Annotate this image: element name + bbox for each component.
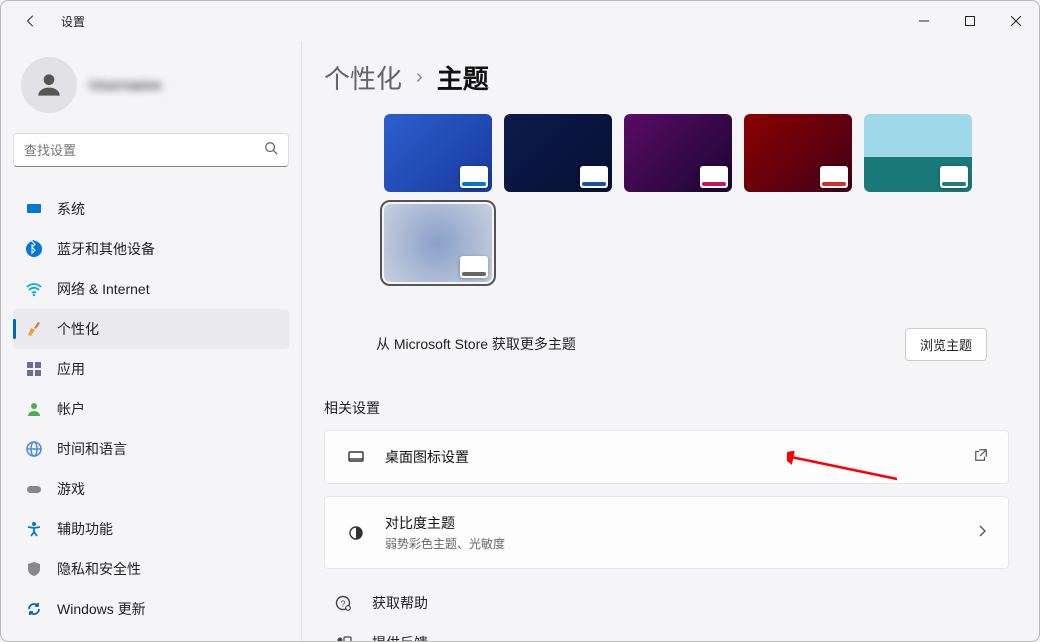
related-settings-label: 相关设置 xyxy=(324,398,1009,418)
search-box[interactable] xyxy=(13,133,289,167)
minimize-button[interactable] xyxy=(901,1,947,41)
sidebar-item-label: 游戏 xyxy=(57,479,85,499)
setting-card-desktop-icons[interactable]: 桌面图标设置 xyxy=(324,430,1009,484)
footer-links: ? 获取帮助提供反馈 xyxy=(324,589,1009,641)
setting-card-contrast[interactable]: 对比度主题 弱势彩色主题、光敏度 xyxy=(324,496,1009,569)
profile-name: Username xyxy=(89,77,162,94)
theme-accent-chip xyxy=(700,166,728,188)
globe-icon xyxy=(25,440,43,458)
theme-accent-chip xyxy=(940,166,968,188)
footer-link-label: 获取帮助 xyxy=(372,593,428,613)
window-title: 设置 xyxy=(61,13,85,30)
sidebar-item-accessibility[interactable]: 辅助功能 xyxy=(13,509,289,549)
theme-thumbnail[interactable] xyxy=(504,114,612,192)
accessibility-icon xyxy=(25,520,43,538)
display-icon xyxy=(25,200,43,218)
chevron-right-icon: › xyxy=(416,66,423,89)
card-title: 对比度主题 xyxy=(385,513,505,533)
avatar xyxy=(21,57,77,113)
theme-accent-chip xyxy=(460,166,488,188)
footer-link-feedback[interactable]: 提供反馈 xyxy=(324,629,1009,641)
breadcrumb: 个性化 › 主题 xyxy=(324,59,1009,96)
sidebar-item-label: 网络 & Internet xyxy=(57,279,150,299)
sidebar-item-system[interactable]: 系统 xyxy=(13,189,289,229)
search-input[interactable] xyxy=(24,143,264,158)
sidebar-item-bluetooth[interactable]: 蓝牙和其他设备 xyxy=(13,229,289,269)
sidebar-item-label: 辅助功能 xyxy=(57,519,113,539)
sidebar-item-label: 应用 xyxy=(57,359,85,379)
footer-link-label: 提供反馈 xyxy=(372,633,428,641)
close-button[interactable] xyxy=(993,1,1039,41)
refresh-icon xyxy=(25,600,43,618)
grid-icon xyxy=(25,360,43,378)
person-icon xyxy=(25,400,43,418)
sidebar-item-label: 个性化 xyxy=(57,319,99,339)
store-label: 从 Microsoft Store 获取更多主题 xyxy=(376,334,576,354)
profile[interactable]: Username xyxy=(13,49,289,121)
chevron-right-icon xyxy=(976,524,988,542)
sidebar-item-network[interactable]: 网络 & Internet xyxy=(13,269,289,309)
sidebar-item-gaming[interactable]: 游戏 xyxy=(13,469,289,509)
settings-window: 设置 Username 系统 xyxy=(0,0,1040,642)
monitor-icon xyxy=(345,448,367,466)
maximize-button[interactable] xyxy=(947,1,993,41)
search-icon xyxy=(264,141,278,160)
back-button[interactable] xyxy=(13,3,49,39)
store-row: 从 Microsoft Store 获取更多主题 浏览主题 xyxy=(324,312,1009,376)
card-subtitle: 弱势彩色主题、光敏度 xyxy=(385,535,505,552)
svg-text:?: ? xyxy=(340,599,345,609)
wifi-icon xyxy=(25,280,43,298)
sidebar-item-label: Windows 更新 xyxy=(57,599,146,619)
footer-link-help[interactable]: ? 获取帮助 xyxy=(324,589,1009,617)
breadcrumb-current: 主题 xyxy=(437,59,489,96)
sidebar-item-personalize[interactable]: 个性化 xyxy=(13,309,289,349)
theme-accent-chip xyxy=(580,166,608,188)
sidebar-item-label: 系统 xyxy=(57,199,85,219)
theme-thumbnail[interactable] xyxy=(744,114,852,192)
window-controls xyxy=(901,1,1039,41)
theme-thumbnail[interactable] xyxy=(384,204,492,282)
theme-thumbnail[interactable] xyxy=(864,114,972,192)
contrast-icon xyxy=(345,524,367,542)
help-icon: ? xyxy=(332,594,354,612)
shield-icon xyxy=(25,560,43,578)
theme-accent-chip xyxy=(820,166,848,188)
sidebar-item-update[interactable]: Windows 更新 xyxy=(13,589,289,629)
sidebar-item-apps[interactable]: 应用 xyxy=(13,349,289,389)
breadcrumb-parent[interactable]: 个性化 xyxy=(324,59,402,96)
card-title: 桌面图标设置 xyxy=(385,447,469,467)
sidebar-item-time[interactable]: 时间和语言 xyxy=(13,429,289,469)
nav-list: 系统 蓝牙和其他设备网络 & Internet 个性化应用帐户时间和语言游戏辅助功… xyxy=(13,189,289,641)
theme-thumbnail[interactable] xyxy=(384,114,492,192)
titlebar: 设置 xyxy=(1,1,1039,41)
sidebar-item-label: 时间和语言 xyxy=(57,439,127,459)
sidebar-item-accounts[interactable]: 帐户 xyxy=(13,389,289,429)
bluetooth-icon xyxy=(25,240,43,258)
brush-icon xyxy=(25,320,43,338)
theme-accent-chip xyxy=(460,256,488,278)
sidebar-item-privacy[interactable]: 隐私和安全性 xyxy=(13,549,289,589)
theme-thumbnail[interactable] xyxy=(624,114,732,192)
sidebar-item-label: 蓝牙和其他设备 xyxy=(57,239,155,259)
sidebar: Username 系统 蓝牙和其他设备网络 & Internet 个性化应用帐户时… xyxy=(1,41,301,641)
sidebar-item-label: 隐私和安全性 xyxy=(57,559,141,579)
sidebar-item-label: 帐户 xyxy=(57,399,85,419)
browse-themes-button[interactable]: 浏览主题 xyxy=(905,328,987,361)
themes-grid xyxy=(384,114,1009,282)
related-list: 桌面图标设置 对比度主题 弱势彩色主题、光敏度 xyxy=(324,430,1009,569)
feedback-icon xyxy=(332,634,354,641)
gamepad-icon xyxy=(25,480,43,498)
main-content: 个性化 › 主题 从 Microsoft Store 获取更多主题 浏览主题 相… xyxy=(301,41,1039,641)
external-link-icon xyxy=(974,448,988,467)
